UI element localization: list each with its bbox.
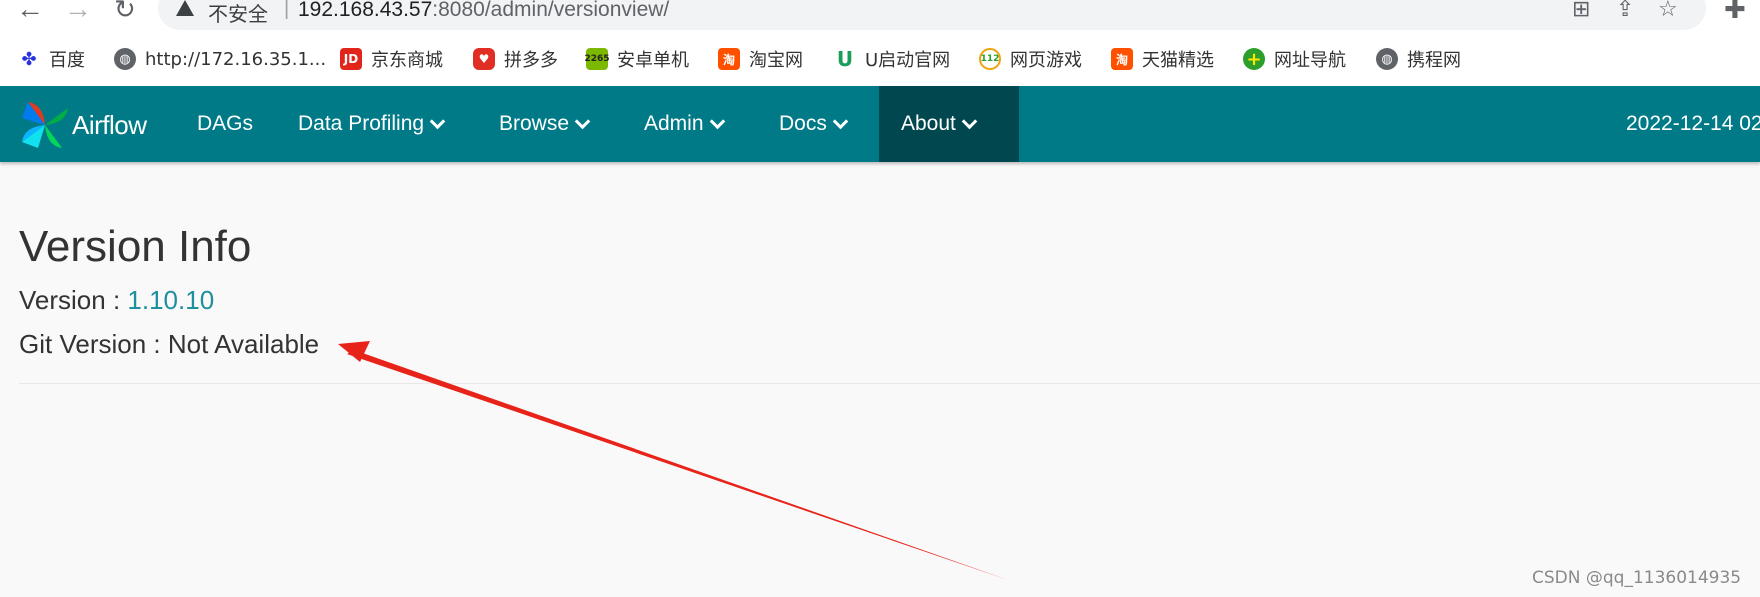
watermark-text: CSDN @qq_1136014935 xyxy=(1532,568,1742,588)
annotation-arrow-shaft xyxy=(347,350,1008,580)
annotation-arrow xyxy=(338,341,1008,580)
